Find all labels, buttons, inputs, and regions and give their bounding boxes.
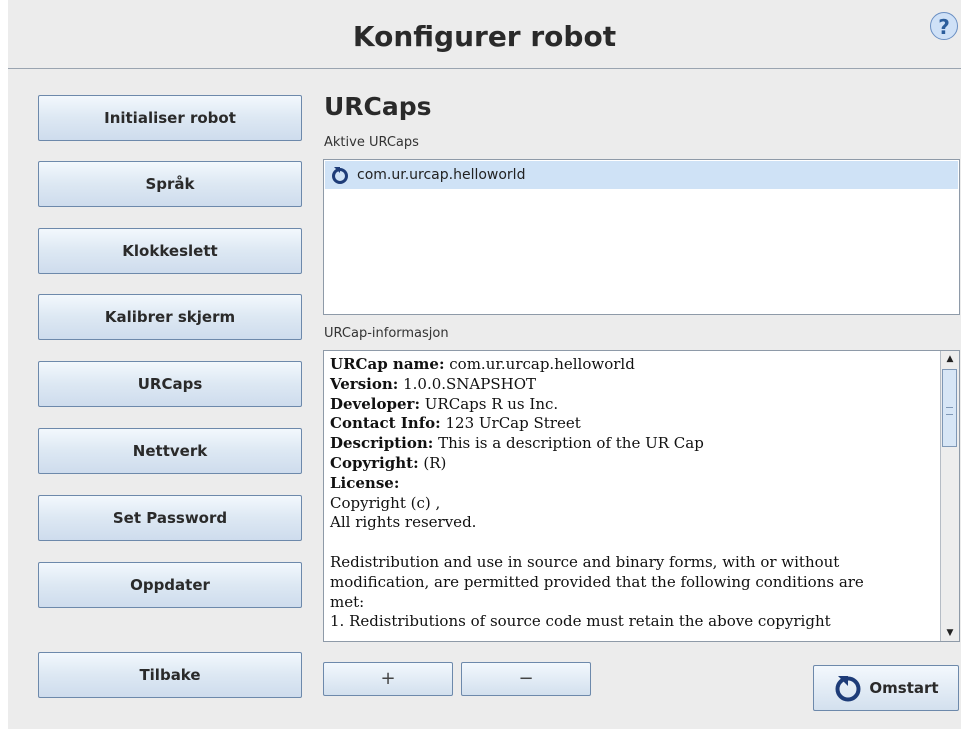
sidebar-item-calibrate-screen[interactable]: Kalibrer skjerm xyxy=(38,294,302,340)
sidebar-item-language[interactable]: Språk xyxy=(38,161,302,207)
urcap-info-label: URCap-informasjon xyxy=(324,326,449,341)
sidebar-item-time[interactable]: Klokkeslett xyxy=(38,228,302,274)
info-scrollbar[interactable]: ▲ ▼ xyxy=(940,351,959,641)
plus-icon: + xyxy=(380,668,396,689)
sidebar-item-urcaps[interactable]: URCaps xyxy=(38,361,302,407)
scroll-up-icon[interactable]: ▲ xyxy=(941,351,959,367)
list-item-label: com.ur.urcap.helloworld xyxy=(357,167,526,183)
minus-icon: − xyxy=(518,668,534,689)
scrollbar-thumb[interactable] xyxy=(942,369,957,447)
scroll-down-icon[interactable]: ▼ xyxy=(941,625,959,641)
urcap-info-box[interactable]: URCap name: com.ur.urcap.helloworld Vers… xyxy=(323,350,960,642)
app-window: Konfigurer robot Initialiser robot Språk… xyxy=(8,0,961,729)
sidebar-item-set-password[interactable]: Set Password xyxy=(38,495,302,541)
help-icon[interactable]: ? xyxy=(930,12,958,40)
section-heading: URCaps xyxy=(324,92,432,121)
active-urcaps-label: Aktive URCaps xyxy=(324,135,419,150)
active-urcaps-list[interactable]: com.ur.urcap.helloworld xyxy=(323,159,960,315)
sidebar-item-initialize[interactable]: Initialiser robot xyxy=(38,95,302,141)
restart-button[interactable]: Omstart xyxy=(813,665,959,711)
sidebar-item-update[interactable]: Oppdater xyxy=(38,562,302,608)
restart-icon xyxy=(835,676,861,702)
restart-icon xyxy=(332,167,348,184)
header: Konfigurer robot xyxy=(8,0,961,69)
remove-urcap-button[interactable]: − xyxy=(461,662,591,696)
add-urcap-button[interactable]: + xyxy=(323,662,453,696)
restart-label: Omstart xyxy=(869,679,939,697)
back-button[interactable]: Tilbake xyxy=(38,652,302,698)
urcap-info-text: URCap name: com.ur.urcap.helloworld Vers… xyxy=(330,355,864,631)
sidebar-item-network[interactable]: Nettverk xyxy=(38,428,302,474)
list-item[interactable]: com.ur.urcap.helloworld xyxy=(325,161,958,189)
page-title: Konfigurer robot xyxy=(352,20,617,53)
